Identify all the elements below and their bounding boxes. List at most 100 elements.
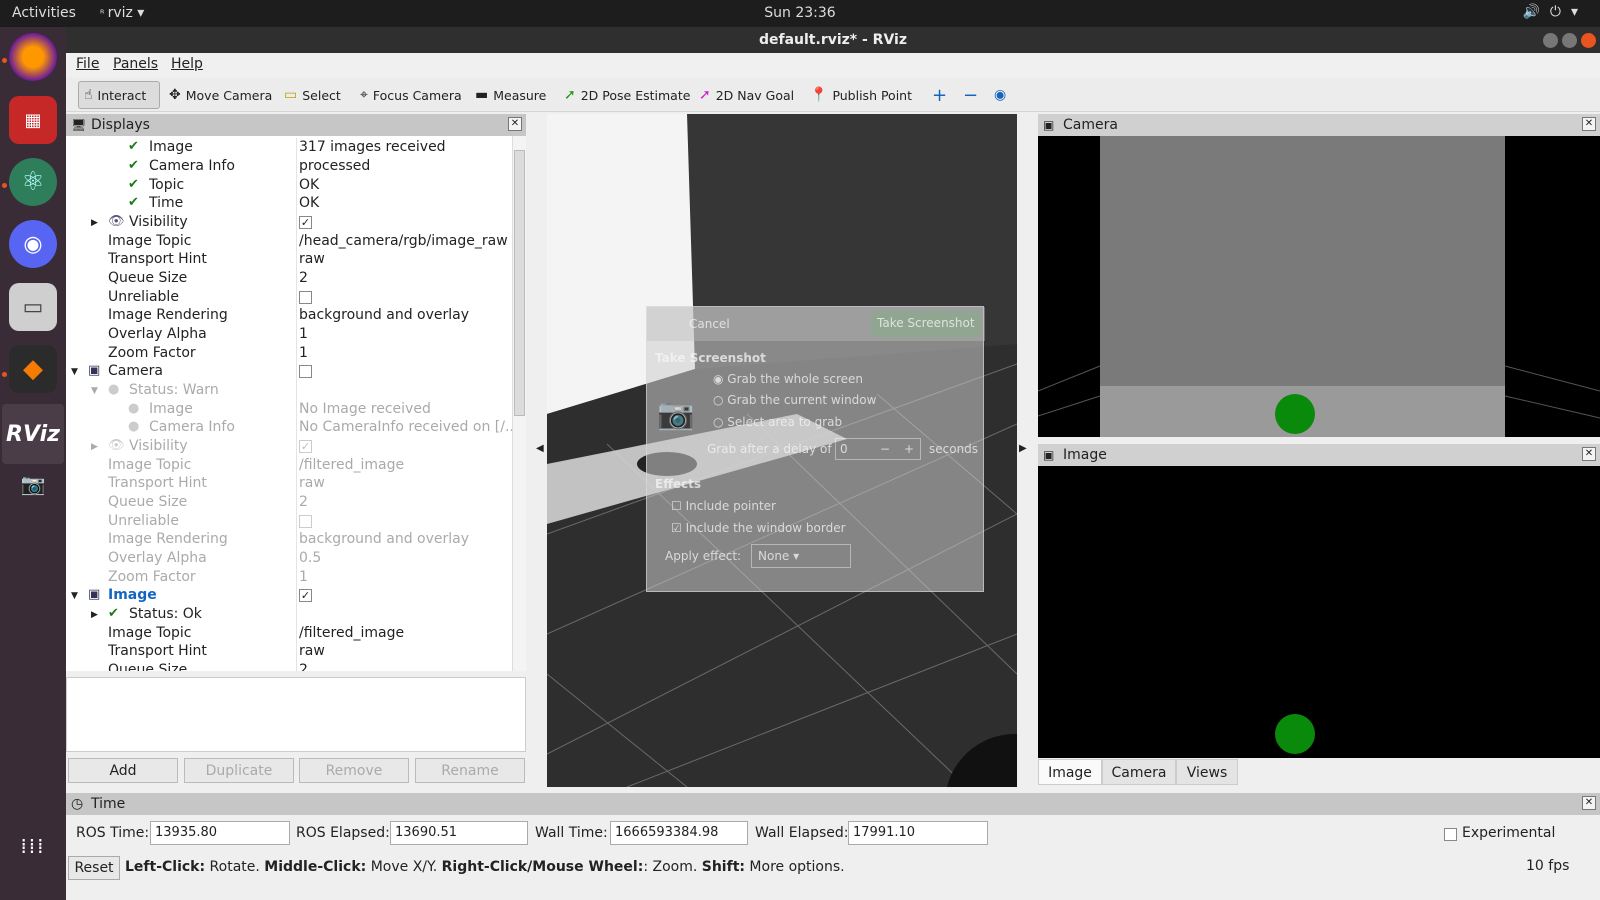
- property-checkbox[interactable]: [299, 364, 312, 378]
- property-value[interactable]: 1: [299, 325, 308, 343]
- property-value[interactable]: 1: [299, 568, 308, 586]
- radio-current-window[interactable]: ○ Grab the current window: [713, 393, 876, 407]
- menu-help[interactable]: Help: [171, 56, 203, 72]
- add-tool-icon[interactable]: +: [927, 81, 952, 109]
- tree-row[interactable]: ▶ ✔ Status: Ok: [66, 605, 512, 624]
- property-checkbox[interactable]: [299, 290, 312, 304]
- nav-goal-tool-button[interactable]: ➚ 2D Nav Goal: [694, 81, 799, 109]
- property-value[interactable]: ✓: [299, 213, 312, 231]
- tree-row[interactable]: ▼ ▣ Image ✓: [66, 586, 512, 605]
- property-value[interactable]: 1: [299, 344, 308, 362]
- menu-panels[interactable]: Panels: [113, 56, 158, 72]
- tree-row[interactable]: Queue Size 2: [66, 661, 512, 671]
- include-border-checkbox[interactable]: ☑ Include the window border: [671, 521, 846, 535]
- tree-row[interactable]: Unreliable: [66, 288, 512, 307]
- property-value[interactable]: No Image received: [299, 400, 431, 418]
- minimize-icon[interactable]: [1543, 33, 1558, 48]
- property-value[interactable]: 317 images received: [299, 138, 446, 156]
- wall-elapsed-field[interactable]: 17991.10: [848, 821, 988, 845]
- tree-row[interactable]: ✔ Time OK: [66, 194, 512, 213]
- show-applications-icon[interactable]: ⁞⁞⁞: [9, 822, 57, 870]
- property-value[interactable]: background and overlay: [299, 306, 469, 324]
- property-checkbox[interactable]: ✓: [299, 588, 312, 602]
- remove-button[interactable]: Remove: [299, 758, 409, 783]
- expand-arrow-icon[interactable]: ▶: [91, 214, 98, 232]
- publish-point-tool-button[interactable]: 📍 Publish Point: [805, 81, 917, 109]
- tree-row[interactable]: Overlay Alpha 0.5: [66, 549, 512, 568]
- cancel-button[interactable]: Cancel: [689, 317, 730, 331]
- close-icon[interactable]: ✕: [1582, 447, 1596, 461]
- tree-row[interactable]: ✔ Image 317 images received: [66, 138, 512, 157]
- collapse-arrow-icon[interactable]: ▼: [91, 382, 98, 400]
- tab-camera[interactable]: Camera: [1102, 759, 1176, 785]
- radio-select-area[interactable]: ○ Select area to grab: [713, 415, 842, 429]
- collapse-right-icon[interactable]: ▶: [1019, 443, 1027, 454]
- files-icon[interactable]: ▭: [9, 283, 57, 331]
- take-screenshot-button[interactable]: Take Screenshot: [871, 311, 981, 337]
- eye-icon[interactable]: ◉: [989, 81, 1011, 109]
- ros-time-field[interactable]: 13935.80: [150, 821, 290, 845]
- property-value[interactable]: /filtered_image: [299, 456, 404, 474]
- property-value[interactable]: OK: [299, 194, 319, 212]
- tree-row[interactable]: Transport Hint raw: [66, 642, 512, 661]
- property-value[interactable]: 0.5: [299, 549, 321, 567]
- tree-row[interactable]: Queue Size 2: [66, 269, 512, 288]
- add-button[interactable]: Add: [68, 758, 178, 783]
- terminator-icon[interactable]: ▦: [9, 96, 57, 144]
- radio-whole-screen[interactable]: ◉ Grab the whole screen: [713, 372, 863, 386]
- property-value[interactable]: ✓: [299, 437, 312, 455]
- tree-row[interactable]: ▶ 👁 Visibility ✓: [66, 437, 512, 456]
- tree-row[interactable]: Overlay Alpha 1: [66, 325, 512, 344]
- property-checkbox[interactable]: ✓: [299, 439, 312, 453]
- focus-camera-tool-button[interactable]: ⌖ Focus Camera: [355, 81, 467, 109]
- tree-row[interactable]: Image Topic/filtered_image: [66, 624, 512, 643]
- tree-row[interactable]: Image Topic/filtered_image: [66, 456, 512, 475]
- tab-image[interactable]: Image: [1038, 759, 1102, 785]
- tree-row[interactable]: ✔ Topic OK: [66, 176, 512, 195]
- collapse-arrow-icon[interactable]: ▼: [71, 587, 78, 605]
- tree-row[interactable]: Zoom Factor 1: [66, 568, 512, 587]
- tree-row[interactable]: Unreliable: [66, 512, 512, 531]
- tree-row[interactable]: Image Rendering background and overlay: [66, 530, 512, 549]
- firefox-icon[interactable]: [9, 33, 57, 81]
- tree-row[interactable]: Image Rendering background and overlay: [66, 306, 512, 325]
- property-value[interactable]: raw: [299, 474, 325, 492]
- move-camera-tool-button[interactable]: ✥ Move Camera: [164, 81, 277, 109]
- displays-scrollbar[interactable]: [512, 136, 526, 671]
- measure-tool-button[interactable]: ▬ Measure: [470, 81, 551, 109]
- tab-views[interactable]: Views: [1176, 759, 1238, 785]
- activities-button[interactable]: Activities: [12, 5, 76, 21]
- rviz-icon[interactable]: RViz: [2, 404, 64, 464]
- atom-icon[interactable]: ⚛: [9, 158, 57, 206]
- tree-row[interactable]: Transport Hint raw: [66, 474, 512, 493]
- property-value[interactable]: No CameraInfo received on [/...: [299, 418, 512, 436]
- property-value[interactable]: [299, 512, 312, 530]
- remove-tool-icon[interactable]: −: [958, 81, 983, 109]
- tree-row[interactable]: ● Image No Image received: [66, 400, 512, 419]
- tree-row[interactable]: ▼ ▣ Camera: [66, 362, 512, 381]
- expand-arrow-icon[interactable]: ▶: [91, 438, 98, 456]
- collapse-left-icon[interactable]: ◀: [536, 443, 544, 454]
- pose-estimate-tool-button[interactable]: ➚ 2D Pose Estimate: [559, 81, 695, 109]
- effect-select[interactable]: None ▾: [751, 544, 851, 568]
- property-value[interactable]: background and overlay: [299, 530, 469, 548]
- property-value[interactable]: [299, 362, 312, 380]
- property-value[interactable]: [299, 288, 312, 306]
- close-icon[interactable]: [1581, 33, 1596, 48]
- tree-row[interactable]: ▶ 👁 Visibility ✓: [66, 213, 512, 232]
- property-checkbox[interactable]: [299, 514, 312, 528]
- property-value[interactable]: /filtered_image: [299, 624, 404, 642]
- window-titlebar[interactable]: default.rviz* - RViz: [66, 27, 1600, 53]
- tree-row[interactable]: ✔ Camera Info processed: [66, 157, 512, 176]
- collapse-arrow-icon[interactable]: ▼: [71, 363, 78, 381]
- property-value[interactable]: OK: [299, 176, 319, 194]
- property-value[interactable]: 2: [299, 493, 308, 511]
- property-value[interactable]: raw: [299, 642, 325, 660]
- tree-row[interactable]: Zoom Factor 1: [66, 344, 512, 363]
- tree-row[interactable]: Image Topic/head_camera/rgb/image_raw: [66, 232, 512, 251]
- property-checkbox[interactable]: ✓: [299, 215, 312, 229]
- wall-time-field[interactable]: 1666593384.98: [610, 821, 748, 845]
- tree-row[interactable]: Transport Hint raw: [66, 250, 512, 269]
- property-value[interactable]: ✓: [299, 586, 312, 604]
- tree-row[interactable]: Queue Size 2: [66, 493, 512, 512]
